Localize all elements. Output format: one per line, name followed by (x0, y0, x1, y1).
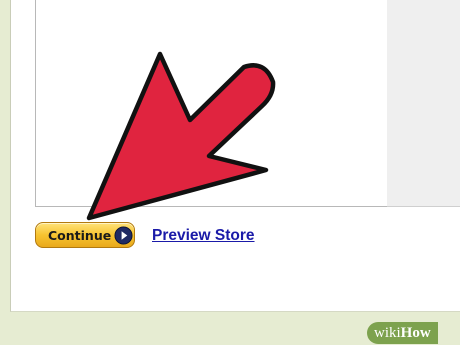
store-preview-area (35, 0, 390, 207)
continue-button[interactable]: Continue (35, 222, 135, 248)
side-panel (387, 0, 460, 207)
continue-button-label: Continue (48, 228, 112, 243)
play-circle-icon (114, 226, 133, 245)
wikihow-logo: wikiHow (367, 322, 438, 344)
preview-store-link[interactable]: Preview Store (152, 227, 255, 245)
